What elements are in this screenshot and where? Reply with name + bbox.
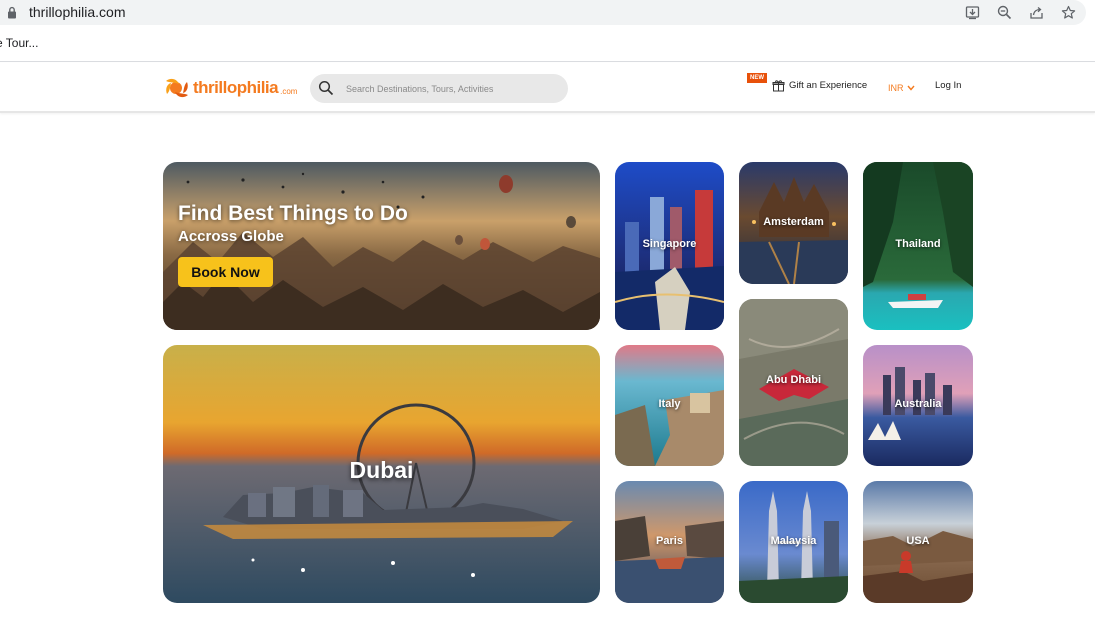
login-link[interactable]: Log In bbox=[935, 80, 961, 91]
destination-label-dubai: Dubai bbox=[349, 457, 414, 483]
destination-card-amsterdam[interactable]: Amsterdam bbox=[739, 162, 848, 284]
zoom-icon[interactable] bbox=[995, 3, 1013, 21]
site-logo[interactable]: thrillophilia .com bbox=[163, 75, 297, 101]
destination-label: Singapore bbox=[642, 238, 697, 250]
search-icon[interactable] bbox=[318, 80, 334, 96]
chevron-down-icon bbox=[906, 85, 915, 91]
destination-label: Italy bbox=[658, 398, 681, 410]
bookmark-star-icon[interactable] bbox=[1059, 3, 1077, 21]
gift-experience-link[interactable]: Gift an Experience bbox=[772, 79, 867, 92]
lock-icon[interactable] bbox=[7, 6, 17, 19]
destination-label: Malaysia bbox=[770, 535, 817, 547]
destination-card-australia[interactable]: Australia bbox=[863, 345, 973, 466]
search-bar[interactable] bbox=[310, 74, 568, 103]
destination-card-usa[interactable]: USA bbox=[863, 481, 973, 603]
destination-card-paris[interactable]: Paris bbox=[615, 481, 724, 603]
logo-text: thrillophilia bbox=[193, 78, 279, 97]
site-header: thrillophilia .com NEW Gift an Experienc… bbox=[0, 63, 1095, 113]
bookmark-item[interactable]: e Tour... bbox=[0, 36, 38, 50]
destination-card-malaysia[interactable]: Malaysia bbox=[739, 481, 848, 603]
install-icon[interactable] bbox=[963, 3, 981, 21]
destination-card-dubai[interactable]: Dubai bbox=[163, 345, 600, 603]
url-text[interactable]: thrillophilia.com bbox=[29, 4, 125, 20]
hero-banner[interactable]: Find Best Things to Do Accross Globe Boo… bbox=[163, 162, 600, 330]
search-input[interactable] bbox=[346, 74, 556, 103]
destination-label: Paris bbox=[656, 535, 683, 547]
destination-card-abu-dhabi[interactable]: Abu Dhabi bbox=[739, 299, 848, 466]
destination-label: Thailand bbox=[895, 238, 941, 250]
logo-suffix: .com bbox=[280, 86, 298, 96]
logo-mark-icon bbox=[166, 78, 188, 98]
hero-cappadocia-image bbox=[163, 162, 600, 330]
destination-card-singapore[interactable]: Singapore bbox=[615, 162, 724, 330]
destination-card-italy[interactable]: Italy bbox=[615, 345, 724, 466]
browser-toolbar: thrillophilia.com bbox=[0, 0, 1095, 30]
new-badge: NEW bbox=[747, 73, 767, 83]
currency-selector[interactable]: INR bbox=[888, 83, 915, 93]
hero-subtitle: Accross Globe bbox=[178, 228, 284, 245]
currency-label: INR bbox=[888, 83, 904, 93]
hero-title: Find Best Things to Do bbox=[178, 202, 408, 225]
bookmarks-bar: e Tour... bbox=[0, 30, 1095, 62]
book-now-button[interactable]: Book Now bbox=[178, 257, 273, 287]
destination-label: Abu Dhabi bbox=[766, 374, 821, 386]
gift-label: Gift an Experience bbox=[789, 80, 868, 91]
address-bar[interactable]: thrillophilia.com bbox=[0, 0, 1086, 25]
destination-label: Amsterdam bbox=[763, 216, 824, 228]
destination-label: USA bbox=[906, 535, 930, 547]
destination-card-thailand[interactable]: Thailand bbox=[863, 162, 973, 330]
destination-label: Australia bbox=[894, 398, 942, 410]
share-icon[interactable] bbox=[1027, 3, 1045, 21]
gift-icon bbox=[772, 80, 785, 92]
